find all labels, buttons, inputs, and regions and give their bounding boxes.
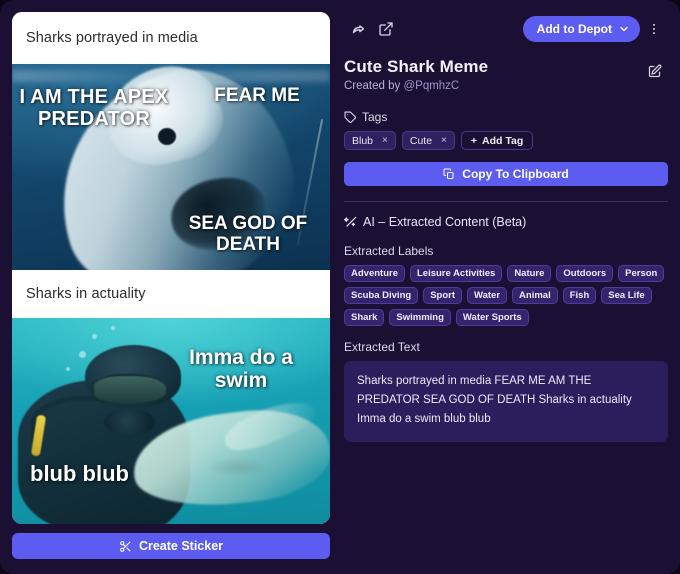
tags-label-text: Tags [362,110,387,124]
add-to-depot-label: Add to Depot [537,22,612,36]
extracted-labels-list: Adventure Leisure Activities Nature Outd… [344,265,668,326]
meme-caption-top: Sharks portrayed in media [12,12,330,64]
created-by-prefix: Created by [344,80,400,92]
magic-wand-icon [344,215,358,229]
chevron-down-icon [618,23,630,35]
extracted-label-chip[interactable]: Outdoors [556,265,613,282]
extracted-label-chip[interactable]: Water Sports [456,309,529,326]
top-action-bar: Add to Depot [344,14,668,44]
add-tag-button[interactable]: + Add Tag [461,131,533,150]
extracted-label-chip[interactable]: Fish [563,287,597,304]
shark-eye-shape [158,128,176,145]
extracted-label-chip[interactable]: Leisure Activities [410,265,502,282]
extracted-label-chip[interactable]: Scuba Diving [344,287,418,304]
meme-photo-top: I AM THE APEX PREDATOR FEAR ME SEA GOD O… [12,64,330,270]
meme-overlay-imma: Imma do a swim [166,346,316,392]
shark-gill-shape [209,458,266,477]
extracted-label-chip[interactable]: Sea Life [601,287,651,304]
kebab-menu-icon[interactable] [640,15,668,43]
create-sticker-button[interactable]: Create Sticker [12,533,330,559]
extracted-label-chip[interactable]: Animal [512,287,558,304]
extracted-label-chip[interactable]: Nature [507,265,551,282]
tag-chip-label: Cute [410,135,432,147]
diver-mask-shape [92,374,168,405]
add-tag-label: Add Tag [482,135,523,147]
title-row: Cute Shark Meme Created by @PqmhzC [344,57,668,94]
tag-icon [344,111,357,124]
extracted-text-body: Sharks portrayed in media FEAR ME AM THE… [344,361,668,442]
meme-image[interactable]: Sharks portrayed in media I AM THE APEX … [12,12,330,524]
tag-chip[interactable]: Blub × [344,131,396,150]
details-panel: Add to Depot Cute Shark Meme [340,0,680,574]
extracted-label-chip[interactable]: Person [618,265,664,282]
copy-to-clipboard-label: Copy To Clipboard [462,167,568,181]
creator-handle[interactable]: @PqmhzC [403,80,459,92]
clipboard-copy-icon [443,168,455,180]
ai-section-heading: AI – Extracted Content (Beta) [363,215,526,229]
media-preview-panel: Sharks portrayed in media I AM THE APEX … [0,0,340,574]
fishing-line-shape [297,119,323,245]
edit-square-icon[interactable] [640,57,668,85]
share-forward-icon[interactable] [344,15,372,43]
created-by-line: Created by @PqmhzC [344,80,640,94]
section-divider [344,201,668,202]
tags-section-header: Tags [344,110,668,124]
plus-icon: + [471,135,477,147]
copy-to-clipboard-button[interactable]: Copy To Clipboard [344,162,668,186]
bubble-shape [79,351,86,358]
bubble-shape [92,334,97,339]
extracted-label-chip[interactable]: Adventure [344,265,405,282]
meme-photo-bottom: Imma do a swim blub blub [12,318,330,524]
app-window: Sharks portrayed in media I AM THE APEX … [0,0,680,574]
extracted-label-chip[interactable]: Swimming [389,309,451,326]
extracted-label-chip[interactable]: Water [467,287,507,304]
bubble-shape [111,326,115,330]
tags-list: Blub × Cute × + Add Tag [344,131,668,150]
close-icon[interactable]: × [441,136,447,146]
scissors-icon [119,540,132,553]
ai-section-header: AI – Extracted Content (Beta) [344,215,668,229]
external-link-icon[interactable] [372,15,400,43]
bubble-shape [66,367,70,371]
extracted-text-title: Extracted Text [344,340,668,354]
close-icon[interactable]: × [382,136,388,146]
tag-chip-label: Blub [352,135,373,147]
tag-chip[interactable]: Cute × [402,131,455,150]
meme-caption-middle: Sharks in actuality [12,270,330,318]
create-sticker-label: Create Sticker [139,539,223,553]
extracted-label-chip[interactable]: Sport [423,287,462,304]
title-block: Cute Shark Meme Created by @PqmhzC [344,57,640,94]
extracted-label-chip[interactable]: Shark [344,309,384,326]
extracted-labels-title: Extracted Labels [344,244,668,258]
page-title: Cute Shark Meme [344,57,640,77]
add-to-depot-button[interactable]: Add to Depot [523,16,640,42]
